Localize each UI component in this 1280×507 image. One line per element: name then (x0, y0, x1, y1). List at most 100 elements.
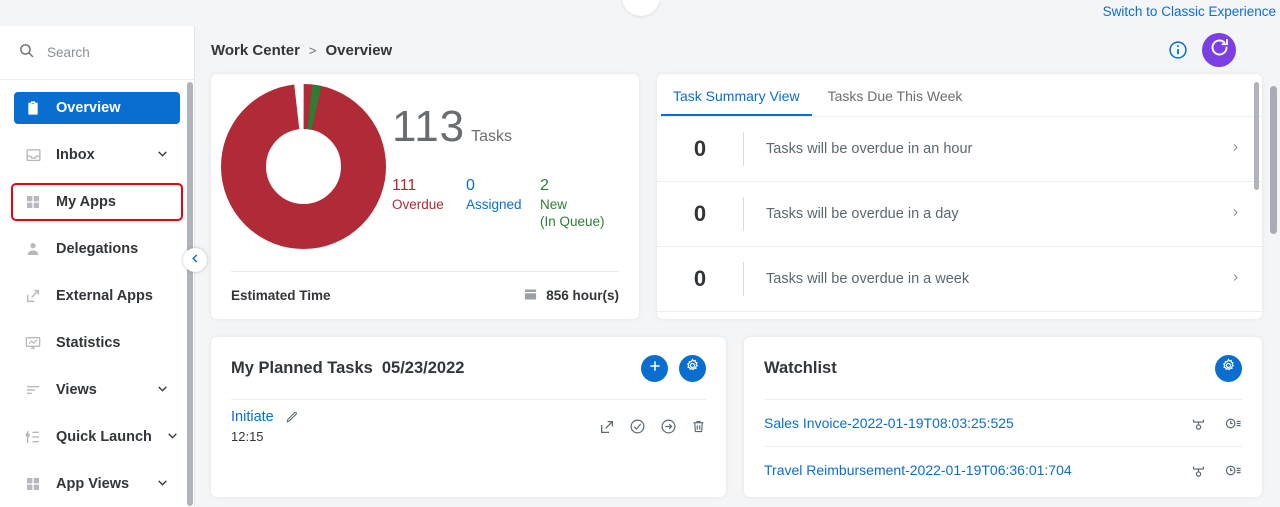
list-icon (24, 381, 42, 399)
sidebar-collapse-button[interactable] (183, 248, 207, 272)
estimated-time-row: Estimated Time 856 hour(s) (231, 271, 619, 319)
watchlist-item-link[interactable]: Sales Invoice-2022-01-19T08:03:25:525 (764, 415, 1190, 431)
page-scrollbar[interactable] (1270, 86, 1277, 507)
chevron-down-icon[interactable] (156, 382, 170, 399)
top-strip: Switch to Classic Experience (0, 0, 1280, 26)
summary-row-hour[interactable]: 0 Tasks will be overdue in an hour (657, 117, 1262, 182)
task-summary-scrollbar-thumb[interactable] (1254, 82, 1259, 190)
planned-task-name-line: Initiate (231, 409, 599, 425)
switch-to-classic-link[interactable]: Switch to Classic Experience (1103, 4, 1276, 19)
sidebar-search-row[interactable] (0, 26, 194, 80)
sliders-icon (24, 428, 42, 446)
summary-row-day[interactable]: 0 Tasks will be overdue in a day (657, 182, 1262, 247)
sidebar-item-label: App Views (56, 476, 130, 492)
chevron-down-icon[interactable] (156, 147, 170, 164)
task-summary-tabs: Task Summary View Tasks Due This Week (657, 74, 1262, 117)
sidebar-item-overview[interactable]: Overview (14, 92, 180, 124)
sidebar-item-label: Statistics (56, 335, 121, 351)
sidebar-nav: Overview Inbox My Apps Delegations Exter… (0, 80, 194, 500)
floating-action-circle[interactable] (622, 0, 660, 16)
legend-label-line2: (In Queue) (540, 214, 605, 229)
task-donut-chart[interactable] (221, 84, 386, 249)
clipboard-icon (24, 99, 42, 117)
breadcrumb-root[interactable]: Work Center (211, 42, 300, 59)
sidebar-item-label: Overview (56, 100, 121, 116)
chevron-right-icon[interactable] (1231, 270, 1248, 289)
sidebar-item-label: My Apps (56, 194, 116, 210)
sidebar-item-inbox[interactable]: Inbox (14, 139, 180, 171)
planned-task-time: 12:15 (231, 429, 264, 444)
total-tasks-value: 113 (392, 102, 466, 151)
my-planned-tasks-card: My Planned Tasks 05/23/2022 Initiate 12:… (211, 337, 726, 497)
arrow-forward-circle-icon[interactable] (660, 418, 677, 435)
chevron-down-icon[interactable] (166, 429, 180, 446)
check-circle-icon[interactable] (629, 418, 646, 435)
chevron-right-icon[interactable] (1231, 205, 1248, 224)
grid-icon (24, 193, 42, 211)
page-scrollbar-thumb[interactable] (1270, 86, 1277, 234)
calendar-icon (523, 287, 538, 305)
page-header: Work Center > Overview (195, 26, 1280, 74)
gear-icon (1221, 358, 1236, 378)
info-icon[interactable] (1168, 40, 1188, 60)
watchlist-settings-button[interactable] (1215, 354, 1242, 382)
open-in-new-icon[interactable] (599, 419, 615, 435)
sidebar-item-my-apps[interactable]: My Apps (11, 183, 183, 221)
legend-label-line1: New (540, 197, 568, 212)
sidebar-scrollbar[interactable] (187, 82, 193, 506)
legend-new-in-queue[interactable]: 2 New (In Queue) (540, 176, 614, 230)
history-icon[interactable] (1225, 462, 1242, 479)
sidebar-item-statistics[interactable]: Statistics (14, 327, 180, 359)
summary-text: Tasks will be overdue in a day (766, 206, 959, 222)
workflow-icon[interactable] (1190, 462, 1207, 479)
sidebar-item-views[interactable]: Views (14, 374, 180, 406)
legend-assigned[interactable]: 0 Assigned (466, 176, 540, 230)
sidebar-item-label: Delegations (56, 241, 139, 257)
watchlist-card: Watchlist Sales Invoice-2022-01-19T08:03… (744, 337, 1262, 497)
sidebar-item-label: External Apps (56, 288, 153, 304)
workflow-icon[interactable] (1190, 415, 1207, 432)
legend-label: Overdue (392, 197, 444, 212)
gear-icon (685, 358, 700, 378)
pencil-icon[interactable] (285, 410, 299, 424)
donut-stats: 113 Tasks 111 Overdue 0 Assigned 2 New (… (392, 90, 619, 230)
planned-task-name[interactable]: Initiate (231, 409, 274, 425)
refresh-button[interactable] (1202, 33, 1236, 67)
legend-overdue[interactable]: 111 Overdue (392, 176, 466, 230)
sidebar-item-label: Inbox (56, 147, 95, 163)
sidebar-item-external-apps[interactable]: External Apps (14, 280, 180, 312)
total-tasks-line: 113 Tasks (392, 102, 619, 152)
sidebar-item-app-views[interactable]: App Views (14, 468, 180, 500)
task-overview-card: 113 Tasks 111 Overdue 0 Assigned 2 New (… (211, 74, 639, 319)
tab-task-summary-view[interactable]: Task Summary View (661, 74, 812, 116)
summary-text: Tasks will be overdue in a week (766, 271, 970, 287)
search-input[interactable] (47, 45, 157, 60)
summary-count: 0 (693, 201, 707, 226)
sidebar-item-quick-launch[interactable]: Quick Launch (14, 421, 180, 453)
person-icon (24, 240, 42, 258)
grid-icon (24, 475, 42, 493)
sidebar-item-delegations[interactable]: Delegations (14, 233, 180, 265)
history-icon[interactable] (1225, 415, 1242, 432)
planned-tasks-settings-button[interactable] (679, 354, 706, 382)
sidebar-scrollbar-thumb[interactable] (187, 82, 193, 506)
summary-count: 0 (693, 136, 707, 161)
dashboard-grid: 113 Tasks 111 Overdue 0 Assigned 2 New (… (195, 74, 1280, 497)
summary-text: Tasks will be overdue in an hour (766, 141, 973, 157)
trash-icon[interactable] (691, 419, 706, 434)
planned-task-row: Initiate 12:15 (231, 399, 706, 454)
watchlist-title: Watchlist (764, 358, 837, 377)
chevron-right-icon[interactable] (1231, 140, 1248, 159)
tab-tasks-due-this-week[interactable]: Tasks Due This Week (816, 74, 975, 116)
watchlist-item-link[interactable]: Travel Reimbursement-2022-01-19T06:36:01… (764, 462, 1190, 478)
sidebar: Overview Inbox (0, 26, 195, 507)
summary-row-week[interactable]: 0 Tasks will be overdue in a week (657, 247, 1262, 312)
legend-value: 2 (540, 177, 549, 194)
breadcrumb-separator: > (308, 42, 317, 58)
watchlist-item: Travel Reimbursement-2022-01-19T06:36:01… (764, 446, 1242, 493)
sidebar-item-label: Quick Launch (56, 429, 152, 445)
add-task-button[interactable] (641, 354, 668, 382)
chevron-down-icon[interactable] (156, 476, 170, 493)
inbox-icon (24, 146, 42, 164)
watchlist-item-actions (1190, 415, 1242, 432)
